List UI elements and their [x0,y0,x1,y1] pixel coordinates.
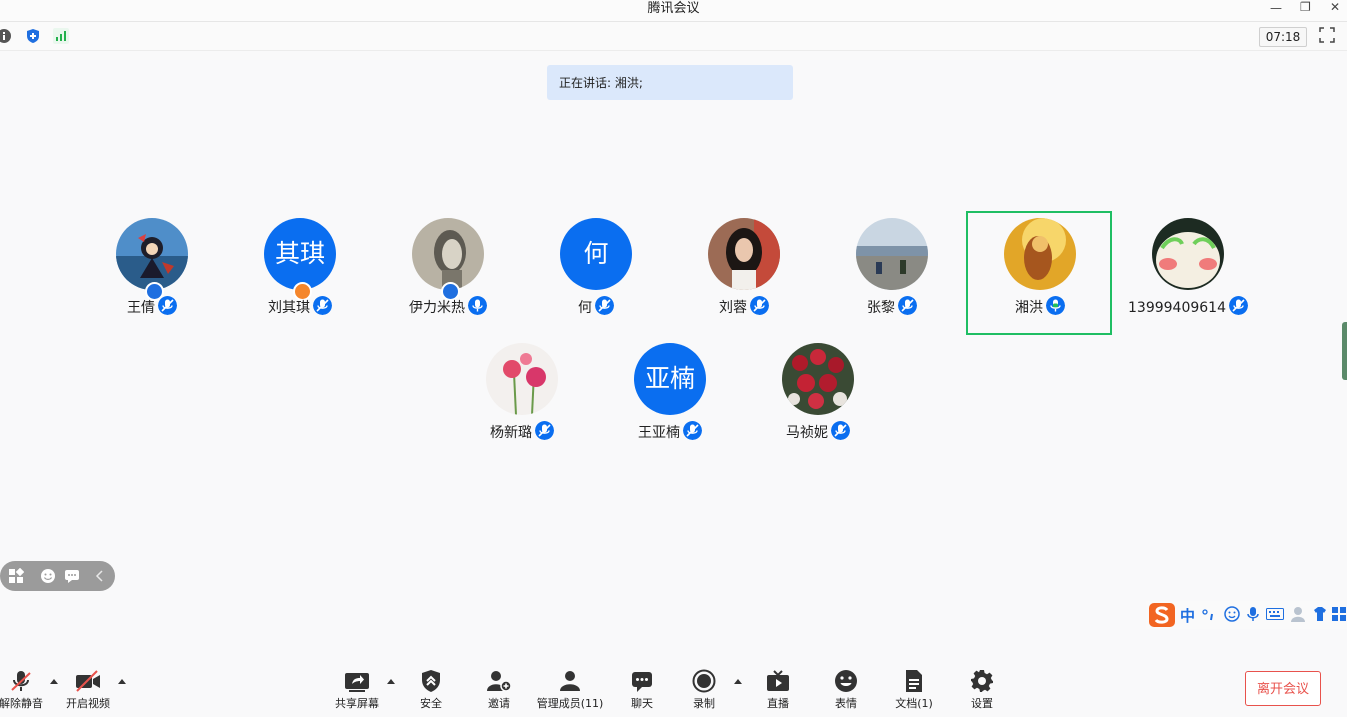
floating-toolbar [0,561,115,591]
manage-members-button[interactable]: 管理成员(11) [530,669,610,711]
title-bar: 腾讯会议 — ❐ ✕ [0,0,1347,22]
shield-icon [422,670,440,692]
mic-muted-icon [158,296,177,315]
participant-name: 伊力米热 [409,300,465,316]
share-screen-icon [345,673,369,692]
security-shield-icon[interactable] [25,28,41,44]
mic-muted-icon [1228,296,1248,315]
avatar: 其琪 [264,218,336,290]
ime-toolbox-icon[interactable] [1332,607,1346,621]
participant-tile[interactable]: 13999409614 [1114,212,1262,336]
settings-label: 设置 [971,697,993,710]
live-stream-icon [767,670,789,691]
participant-name: 杨新璐 [490,425,532,441]
restore-button[interactable]: ❐ [1300,0,1311,14]
mic-muted-icon [898,296,917,315]
start-video-button[interactable]: 开启视频 [48,669,128,711]
participant-tile[interactable]: 何 何 [522,212,670,336]
ime-toolbar: 中 [1146,601,1347,629]
avatar [1004,218,1076,290]
share-screen-button[interactable]: 共享屏幕 [317,669,397,711]
mic-muted-icon [750,296,769,315]
participant-tile-active[interactable]: 湘洪 [966,212,1114,336]
bottom-toolbar: 解除静音 开启视频 共享屏幕 安全 邀请 管理成员(11) 聊天 录制 直播 表… [0,660,1347,717]
close-button[interactable]: ✕ [1330,0,1340,14]
punctuation-icon[interactable] [1202,608,1216,622]
mic-off-icon [11,671,31,691]
avatar [856,218,928,290]
participant-name: 刘蓉 [719,300,747,316]
settings-button[interactable]: 设置 [942,669,1022,711]
record-button[interactable]: 录制 [664,669,744,711]
participant-name: 王亚楠 [638,425,680,441]
participant-tile[interactable]: 其琪 刘其琪 [226,212,374,336]
participant-name: 马祯妮 [786,425,828,441]
app-title: 腾讯会议 [647,1,700,16]
video-off-icon [76,670,100,692]
ime-voice-icon[interactable] [1246,606,1260,622]
add-user-icon [487,671,512,692]
avatar: 何 [560,218,632,290]
participant-name: 13999409614 [1128,300,1226,316]
members-icon [560,671,580,691]
mic-speaking-icon [1046,296,1065,315]
document-icon [906,670,922,692]
ime-chinese-mode[interactable]: 中 [1180,605,1195,626]
meeting-timer: 07:18 [1259,27,1307,47]
chat-bubble-icon[interactable] [64,568,80,584]
participant-name: 张黎 [867,300,895,316]
participant-tile[interactable]: 刘蓉 [670,212,818,336]
leave-meeting-button[interactable]: 离开会议 [1245,671,1321,706]
manage-members-label: 管理成员(11) [536,697,604,710]
video-options-caret-icon[interactable] [118,679,126,684]
mic-muted-icon [831,421,850,440]
participant-tile[interactable]: 杨新璐 [448,337,596,461]
invite-button[interactable]: 邀请 [459,669,539,711]
avatar [1152,218,1224,290]
gear-icon [971,670,993,692]
collapse-chevron-icon[interactable] [92,568,108,584]
mic-muted-icon [313,296,332,315]
share-screen-label: 共享屏幕 [335,697,379,710]
fullscreen-icon[interactable] [1319,27,1335,43]
record-icon [692,669,716,693]
participant-name: 王倩 [127,300,155,316]
ime-user-icon[interactable] [1290,606,1308,622]
record-label: 录制 [693,697,715,710]
avatar [486,343,558,415]
participant-tile[interactable]: 王倩 [78,212,226,336]
start-video-label: 开启视频 [66,697,110,710]
side-panel-handle[interactable] [1342,322,1347,380]
avatar [782,343,854,415]
info-icon[interactable] [0,28,12,44]
mic-muted-icon [535,421,554,440]
ime-emoji-icon[interactable] [1224,606,1240,622]
avatar [412,218,484,290]
mic-icon [468,296,487,315]
avatar: 亚楠 [634,343,706,415]
minimize-button[interactable]: — [1270,1,1282,15]
avatar [116,218,188,290]
participant-tile[interactable]: 亚楠 王亚楠 [596,337,744,461]
participant-name: 刘其琪 [268,300,310,316]
emoji-icon[interactable] [40,568,56,584]
smile-icon [835,670,857,692]
participant-name: 何 [578,300,592,316]
mic-muted-icon [683,421,702,440]
participant-tile[interactable]: 马祯妮 [744,337,892,461]
sogou-logo-icon[interactable] [1148,602,1176,628]
ime-skin-icon[interactable] [1312,606,1328,622]
ime-keyboard-icon[interactable] [1266,608,1284,620]
mic-muted-icon [595,296,614,315]
participant-tile[interactable]: 张黎 [818,212,966,336]
network-signal-icon[interactable] [53,28,69,44]
invite-label: 邀请 [488,697,510,710]
participant-tile[interactable]: 伊力米热 [374,212,522,336]
avatar [708,218,780,290]
chat-icon [632,672,652,692]
layout-icon[interactable] [8,568,24,584]
meeting-info-bar: 07:18 [0,22,1347,51]
speaking-indicator: 正在讲话: 湘洪; [547,65,793,100]
participant-name: 湘洪 [1015,300,1043,316]
